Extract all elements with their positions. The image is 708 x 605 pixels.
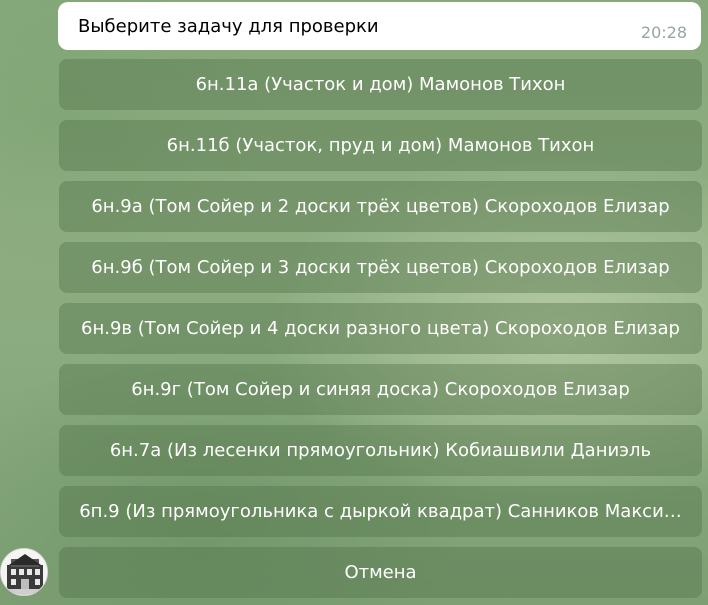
cancel-button-label: Отмена [344,562,417,583]
task-button-label: 6п.9 (Из прямоугольника с дыркой квадрат… [79,501,682,522]
task-button-6n9b[interactable]: 6н.9б (Том Сойер и 3 доски трёх цветов) … [59,242,702,293]
bot-message: Выберите задачу для проверки 20:28 [58,2,701,50]
task-button-6n11b[interactable]: 6н.11б (Участок, пруд и дом) Мамонов Тих… [59,120,702,171]
task-button-6n11a[interactable]: 6н.11а (Участок и дом) Мамонов Тихон [59,59,702,110]
task-button-label: 6н.9г (Том Сойер и синяя доска) Скороход… [131,379,630,400]
chat-area: Выберите задачу для проверки 20:28 6н.11… [0,0,708,605]
task-button-label: 6н.11б (Участок, пруд и дом) Мамонов Тих… [166,135,595,156]
task-button-label: 6н.9в (Том Сойер и 4 доски разного цвета… [81,318,680,339]
task-button-label: 6н.11а (Участок и дом) Мамонов Тихон [195,74,566,95]
message-text: Выберите задачу для проверки [78,16,379,37]
task-button-label: 6н.7а (Из лесенки прямоугольник) Кобиашв… [109,440,652,461]
message-time: 20:28 [640,23,687,42]
task-button-6n9a[interactable]: 6н.9а (Том Сойер и 2 доски трёх цветов) … [59,181,702,232]
task-button-6n9v[interactable]: 6н.9в (Том Сойер и 4 доски разного цвета… [59,303,702,354]
task-button-6p9[interactable]: 6п.9 (Из прямоугольника с дыркой квадрат… [59,486,702,537]
task-button-6n7a[interactable]: 6н.7а (Из лесенки прямоугольник) Кобиашв… [59,425,702,476]
bot-avatar-icon[interactable] [0,548,48,596]
task-button-label: 6н.9б (Том Сойер и 3 доски трёх цветов) … [91,257,670,278]
task-button-6n9g[interactable]: 6н.9г (Том Сойер и синяя доска) Скороход… [59,364,702,415]
task-button-label: 6н.9а (Том Сойер и 2 доски трёх цветов) … [91,196,670,217]
cancel-button[interactable]: Отмена [59,547,702,598]
